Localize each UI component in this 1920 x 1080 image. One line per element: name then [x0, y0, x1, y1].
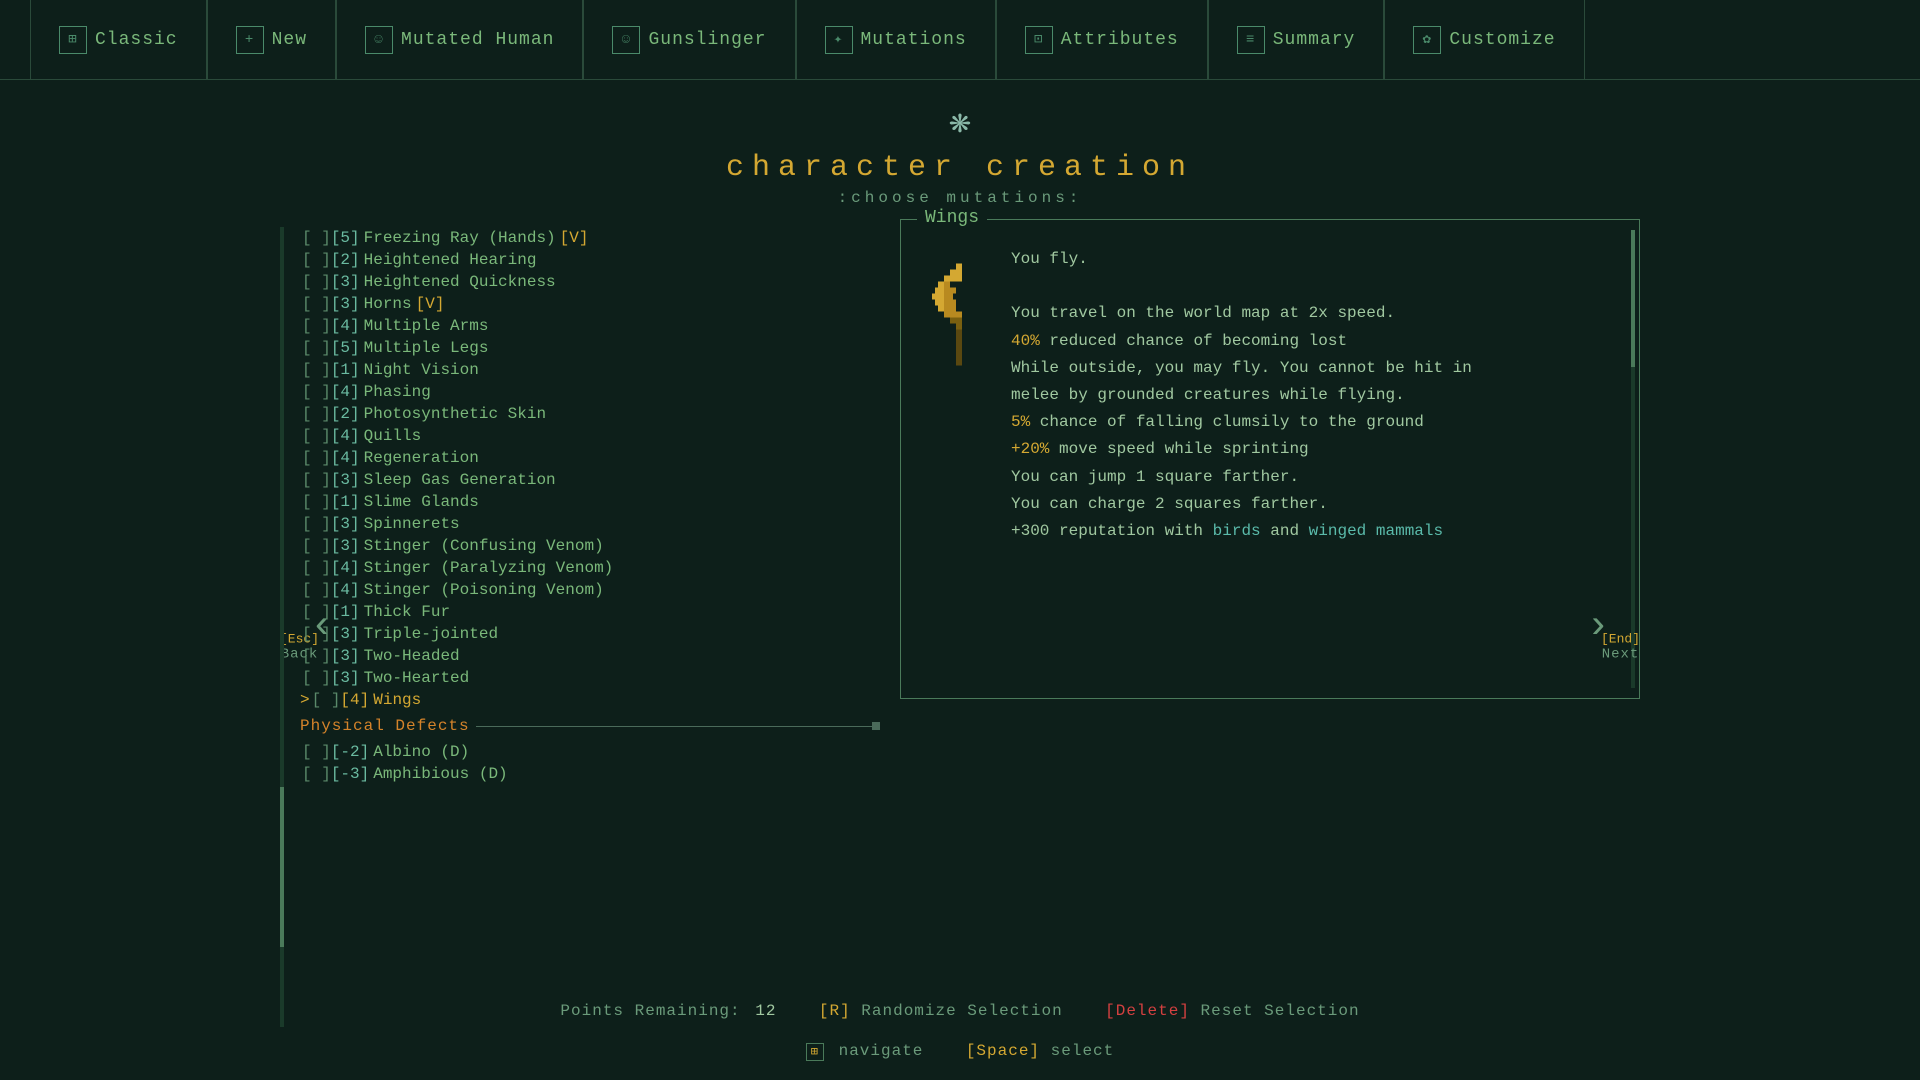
list-item[interactable]: [ ][-3]Amphibious (D) — [300, 763, 880, 785]
list-item[interactable]: [ ][5]Multiple Legs — [300, 337, 880, 359]
mutations-icon: ✦ — [825, 26, 853, 54]
wings-icon — [921, 256, 991, 545]
list-item[interactable]: [ ][2]Photosynthetic Skin — [300, 403, 880, 425]
nav-mutated-human[interactable]: ☺ Mutated Human — [336, 0, 583, 79]
info-line: You can charge 2 squares farther. — [1011, 491, 1619, 518]
list-item[interactable]: [ ][4]Multiple Arms — [300, 315, 880, 337]
list-item[interactable]: [ ][3]Heightened Quickness — [300, 271, 880, 293]
nav-mutations[interactable]: ✦ Mutations — [796, 0, 996, 79]
randomize-label: Randomize Selection — [861, 1002, 1062, 1020]
list-item[interactable]: [ ][4]Stinger (Paralyzing Venom) — [300, 557, 880, 579]
list-item[interactable]: [ ][-2]Albino (D) — [300, 741, 880, 763]
list-item[interactable]: [ ][3]Two-Hearted — [300, 667, 880, 689]
page-subtitle: :choose mutations: — [838, 189, 1083, 207]
list-item[interactable]: [ ][4]Stinger (Poisoning Venom) — [300, 579, 880, 601]
list-item[interactable]: [ ][3]Stinger (Confusing Venom) — [300, 535, 880, 557]
list-item[interactable]: [ ][1]Slime Glands — [300, 491, 880, 513]
next-arrow[interactable]: › — [1586, 605, 1610, 650]
list-item[interactable]: [ ][1]Thick Fur — [300, 601, 880, 623]
randomize-key: [R] — [819, 1002, 851, 1020]
nav-summary[interactable]: ≡ Summary — [1208, 0, 1385, 79]
list-item[interactable]: [ ][3]Spinnerets — [300, 513, 880, 535]
list-item[interactable]: [ ][4]Phasing — [300, 381, 880, 403]
new-icon: + — [236, 26, 264, 54]
info-description: You fly. You travel on the world map at … — [1011, 246, 1619, 545]
space-key: [Space] — [966, 1042, 1040, 1060]
info-content: You fly. You travel on the world map at … — [921, 246, 1619, 545]
points-remaining-label: Points Remaining: — [560, 1002, 740, 1020]
nav-right-area: › [End] Next — [1601, 592, 1640, 663]
header: ❋ character creation :choose mutations: — [0, 80, 1920, 217]
page-title: character creation — [726, 151, 1194, 185]
info-panel: Wings — [880, 217, 1660, 1037]
scroll-bar[interactable] — [280, 227, 284, 1027]
list-item[interactable]: [ ][3]Two-Headed — [300, 645, 880, 667]
classic-icon: ⊞ — [59, 26, 87, 54]
info-line: You travel on the world map at 2x speed. — [1011, 300, 1619, 327]
summary-icon: ≡ — [1237, 26, 1265, 54]
defects-list: [ ][-2]Albino (D) [ ][-3]Amphibious (D) — [300, 741, 880, 785]
info-line: melee by grounded creatures while flying… — [1011, 382, 1619, 409]
mutated-human-icon: ☺ — [365, 26, 393, 54]
gunslinger-icon: ☺ — [612, 26, 640, 54]
scroll-thumb — [280, 787, 284, 947]
list-item[interactable]: [ ][1]Night Vision — [300, 359, 880, 381]
points-value: 12 — [755, 1002, 776, 1020]
nav-customize[interactable]: ✿ Customize — [1384, 0, 1584, 79]
navigate-icon: ⊞ — [806, 1043, 824, 1061]
right-scroll-thumb — [1631, 230, 1635, 367]
logo-icon: ❋ — [949, 100, 971, 143]
list-item[interactable]: [ ][2]Heightened Hearing — [300, 249, 880, 271]
footer-bar: ⊞ navigate [Space] select — [0, 1042, 1920, 1060]
info-box: Wings — [900, 219, 1640, 699]
list-item[interactable]: [ ][4]Quills — [300, 425, 880, 447]
delete-key: [Delete] — [1105, 1002, 1190, 1020]
mutations-list: [ ][5]Freezing Ray (Hands) [V] [ ][2]Hei… — [300, 227, 880, 711]
info-line: +20% move speed while sprinting — [1011, 436, 1619, 463]
list-item[interactable]: [ ][4]Regeneration — [300, 447, 880, 469]
info-line: +300 reputation with birds and winged ma… — [1011, 518, 1619, 545]
list-item[interactable]: [ ][3]Horns [V] — [300, 293, 880, 315]
list-item[interactable]: [ ][3]Triple-jointed — [300, 623, 880, 645]
info-line: You fly. — [1011, 246, 1619, 273]
info-line — [1011, 273, 1619, 300]
main-content: ‹ [Esc] Back [ ][5]Freezing Ray (Hands) … — [260, 217, 1660, 1037]
nav-new[interactable]: + New — [207, 0, 336, 79]
info-line: You can jump 1 square farther. — [1011, 464, 1619, 491]
select-label: select — [1051, 1042, 1115, 1060]
info-box-title: Wings — [917, 208, 987, 228]
top-navigation: ⊞ Classic + New ☺ Mutated Human ☺ Gunsli… — [0, 0, 1920, 80]
navigate-label: navigate — [839, 1042, 924, 1060]
nav-gunslinger[interactable]: ☺ Gunslinger — [583, 0, 795, 79]
reset-label: Reset Selection — [1201, 1002, 1360, 1020]
physical-defects-divider: Physical Defects — [300, 717, 880, 735]
list-item[interactable]: [ ][5]Freezing Ray (Hands) [V] — [300, 227, 880, 249]
nav-attributes[interactable]: ⊡ Attributes — [996, 0, 1208, 79]
info-line: While outside, you may fly. You cannot b… — [1011, 355, 1619, 382]
bottom-status-bar: Points Remaining: 12 [R] Randomize Selec… — [0, 1002, 1920, 1020]
list-item-selected[interactable]: [ ][4]Wings — [300, 689, 880, 711]
nav-classic[interactable]: ⊞ Classic — [30, 0, 207, 79]
customize-icon: ✿ — [1413, 26, 1441, 54]
info-line: 5% chance of falling clumsily to the gro… — [1011, 409, 1619, 436]
mutation-list-panel: [ ][5]Freezing Ray (Hands) [V] [ ][2]Hei… — [260, 217, 880, 1037]
attributes-icon: ⊡ — [1025, 26, 1053, 54]
info-line: 40% reduced chance of becoming lost — [1011, 328, 1619, 355]
list-item[interactable]: [ ][3]Sleep Gas Generation — [300, 469, 880, 491]
